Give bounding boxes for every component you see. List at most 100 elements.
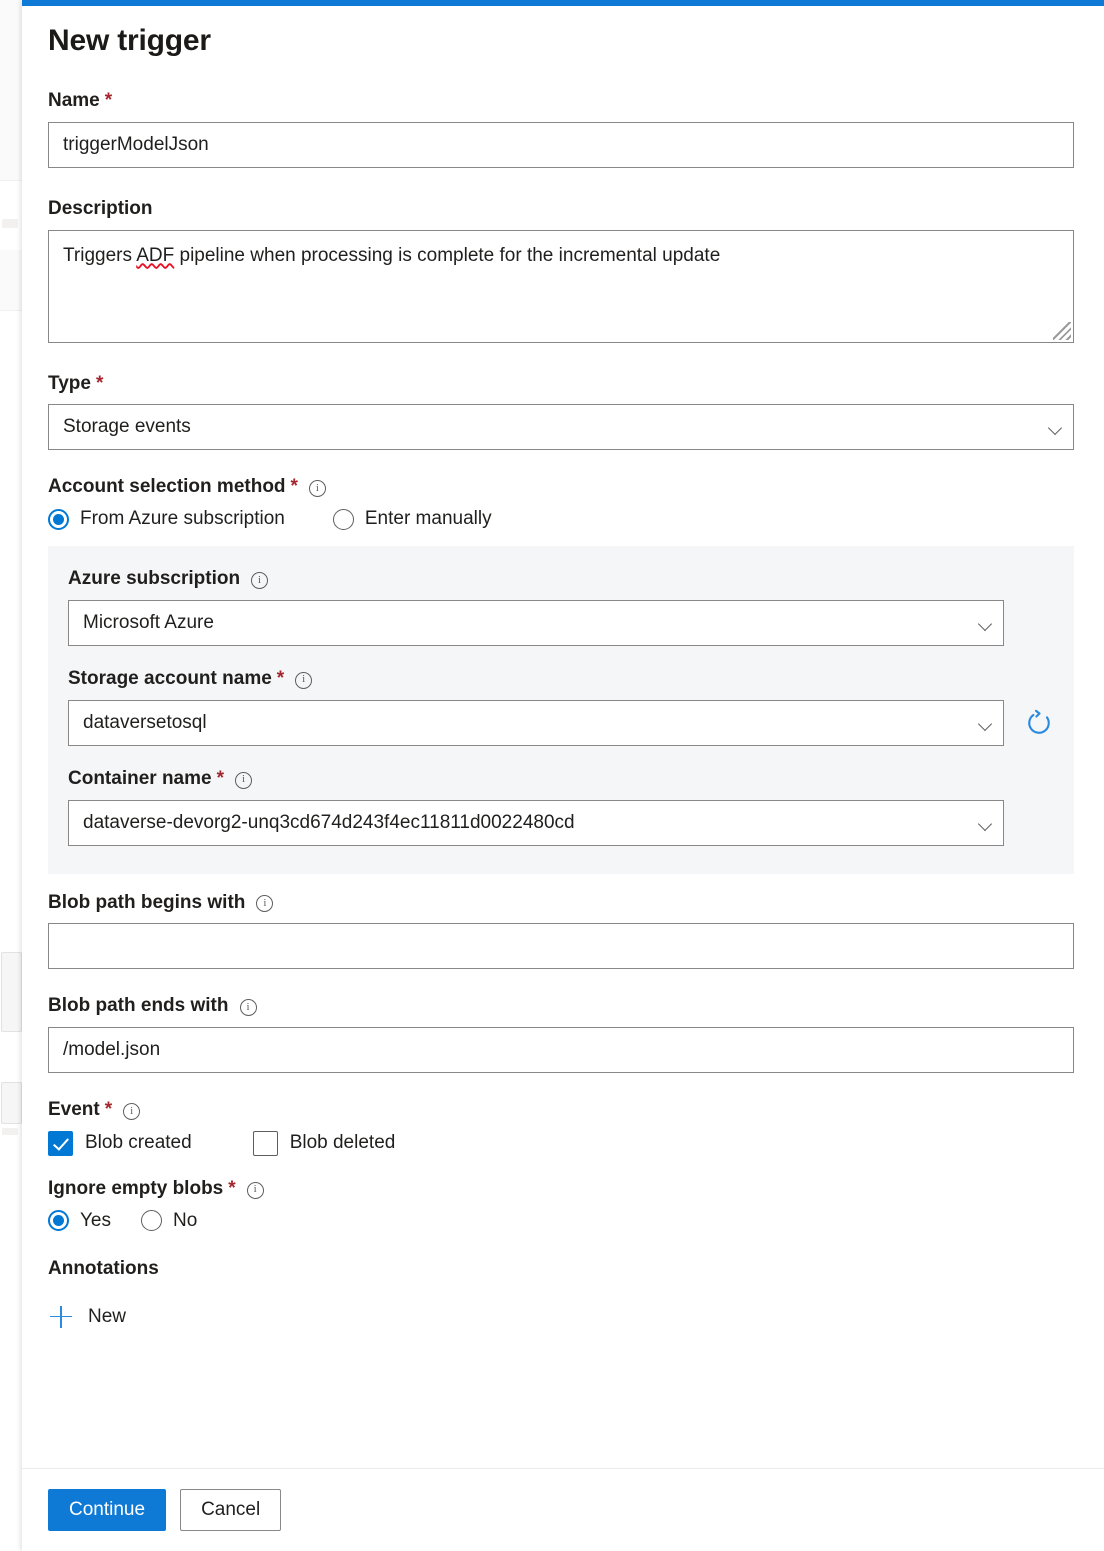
plus-icon [50,1306,72,1328]
name-label: Name * [48,90,1074,113]
ignore-empty-blobs-radio-group: Yes No [48,1210,1074,1232]
info-icon[interactable]: i [295,672,312,689]
radio-from-azure-subscription[interactable]: From Azure subscription [48,508,285,530]
required-asterisk: * [105,1099,112,1122]
blob-path-ends-with-input[interactable] [48,1027,1074,1073]
info-icon[interactable]: i [247,1182,264,1199]
add-annotation-label: New [88,1306,126,1328]
event-label: Event * i [48,1099,1074,1122]
blade-scroll-area[interactable]: New trigger Name * Description Triggers … [22,6,1104,1468]
checkbox-label: Blob created [85,1132,192,1154]
azure-subscription-value: Microsoft Azure [83,612,214,634]
cancel-button[interactable]: Cancel [180,1489,281,1531]
checkbox-blob-created[interactable]: Blob created [48,1131,192,1156]
azure-subscription-label: Azure subscription i [68,568,1054,591]
add-annotation-button[interactable]: New [50,1306,126,1328]
description-text-part-1: Triggers [63,245,136,266]
blob-path-ends-with-label-text: Blob path ends with [48,995,229,1018]
refresh-icon[interactable] [1024,708,1054,738]
account-selection-method-label: Account selection method * i [48,476,1074,499]
description-label: Description [48,198,1074,221]
required-asterisk: * [291,476,298,499]
radio-mark-icon [48,509,69,530]
event-label-text: Event [48,1099,100,1122]
storage-account-name-select[interactable]: dataversetosql [68,700,1004,746]
description-textarea[interactable]: Triggers ADF pipeline when processing is… [48,230,1074,343]
checkbox-label: Blob deleted [290,1132,396,1154]
azure-subscription-select-wrapper: Microsoft Azure [68,600,1004,646]
radio-label: From Azure subscription [80,508,285,530]
storage-account-name-row: dataversetosql [68,700,1054,746]
checkbox-mark-icon [253,1131,278,1156]
background-strip [0,0,22,59]
new-trigger-blade: New trigger Name * Description Triggers … [22,0,1104,1551]
description-label-text: Description [48,198,153,221]
ignore-empty-blobs-label: Ignore empty blobs * i [48,1178,1074,1201]
continue-button[interactable]: Continue [48,1489,166,1531]
radio-mark-icon [48,1210,69,1231]
name-label-text: Name [48,90,100,113]
refresh-icon-svg [1024,708,1054,738]
required-asterisk: * [105,90,112,113]
storage-account-name-label: Storage account name * i [68,668,1054,691]
type-select-wrapper: Storage events [48,404,1074,450]
radio-label: Yes [80,1210,111,1232]
name-input[interactable] [48,122,1074,168]
storage-account-name-value: dataversetosql [83,712,207,734]
radio-mark-icon [141,1210,162,1231]
info-icon[interactable]: i [251,572,268,589]
radio-label: Enter manually [365,508,492,530]
container-name-select-wrapper: dataverse-devorg2-unq3cd674d243f4ec11811… [68,800,1004,846]
type-label: Type * [48,373,1074,396]
container-name-select[interactable]: dataverse-devorg2-unq3cd674d243f4ec11811… [68,800,1004,846]
background-page-behind-blade [0,0,22,1551]
radio-label: No [173,1210,197,1232]
radio-enter-manually[interactable]: Enter manually [333,508,492,530]
radio-ignore-empty-blobs-no[interactable]: No [141,1210,197,1232]
description-text-part-2: pipeline when processing is complete for… [174,245,720,266]
radio-mark-icon [333,509,354,530]
account-selection-method-radio-group: From Azure subscription Enter manually [48,508,1074,530]
info-icon[interactable]: i [123,1103,140,1120]
required-asterisk: * [96,373,103,396]
info-icon[interactable]: i [309,480,326,497]
required-asterisk: * [228,1178,235,1201]
background-strip [0,120,22,181]
background-strip [0,250,22,311]
background-ghost-text [2,1128,18,1135]
background-ghost-text [2,219,18,228]
azure-subscription-select[interactable]: Microsoft Azure [68,600,1004,646]
description-misspelled-word: ADF [136,245,174,266]
checkbox-blob-deleted[interactable]: Blob deleted [253,1131,396,1156]
description-textarea-wrapper: Triggers ADF pipeline when processing is… [48,230,1074,343]
type-label-text: Type [48,373,91,396]
info-icon[interactable]: i [256,895,273,912]
blob-path-begins-with-label: Blob path begins with i [48,892,1074,915]
info-icon[interactable]: i [235,772,252,789]
azure-account-subpanel: Azure subscription i Microsoft Azure Sto… [48,546,1074,873]
radio-ignore-empty-blobs-yes[interactable]: Yes [48,1210,111,1232]
background-ghost-box [1,1082,22,1124]
blade-footer: Continue Cancel [22,1468,1104,1551]
info-icon[interactable]: i [240,999,257,1016]
event-checkbox-group: Blob created Blob deleted [48,1131,1074,1156]
background-strip [0,58,22,121]
storage-account-name-label-text: Storage account name [68,668,272,691]
checkbox-mark-icon [48,1131,73,1156]
blob-path-begins-with-label-text: Blob path begins with [48,892,245,915]
container-name-value: dataverse-devorg2-unq3cd674d243f4ec11811… [83,812,575,834]
blob-path-begins-with-input[interactable] [48,923,1074,969]
account-selection-method-label-text: Account selection method [48,476,286,499]
annotations-label: Annotations [48,1258,1074,1281]
type-select-value: Storage events [63,416,191,438]
required-asterisk: * [277,668,284,691]
container-name-label: Container name * i [68,768,1054,791]
page-title: New trigger [48,24,1074,58]
type-select[interactable]: Storage events [48,404,1074,450]
required-asterisk: * [217,768,224,791]
storage-account-name-select-wrapper: dataversetosql [68,700,1004,746]
blob-path-ends-with-label: Blob path ends with i [48,995,1074,1018]
background-ghost-box [1,952,22,1032]
ignore-empty-blobs-label-text: Ignore empty blobs [48,1178,223,1201]
annotations-label-text: Annotations [48,1258,159,1281]
